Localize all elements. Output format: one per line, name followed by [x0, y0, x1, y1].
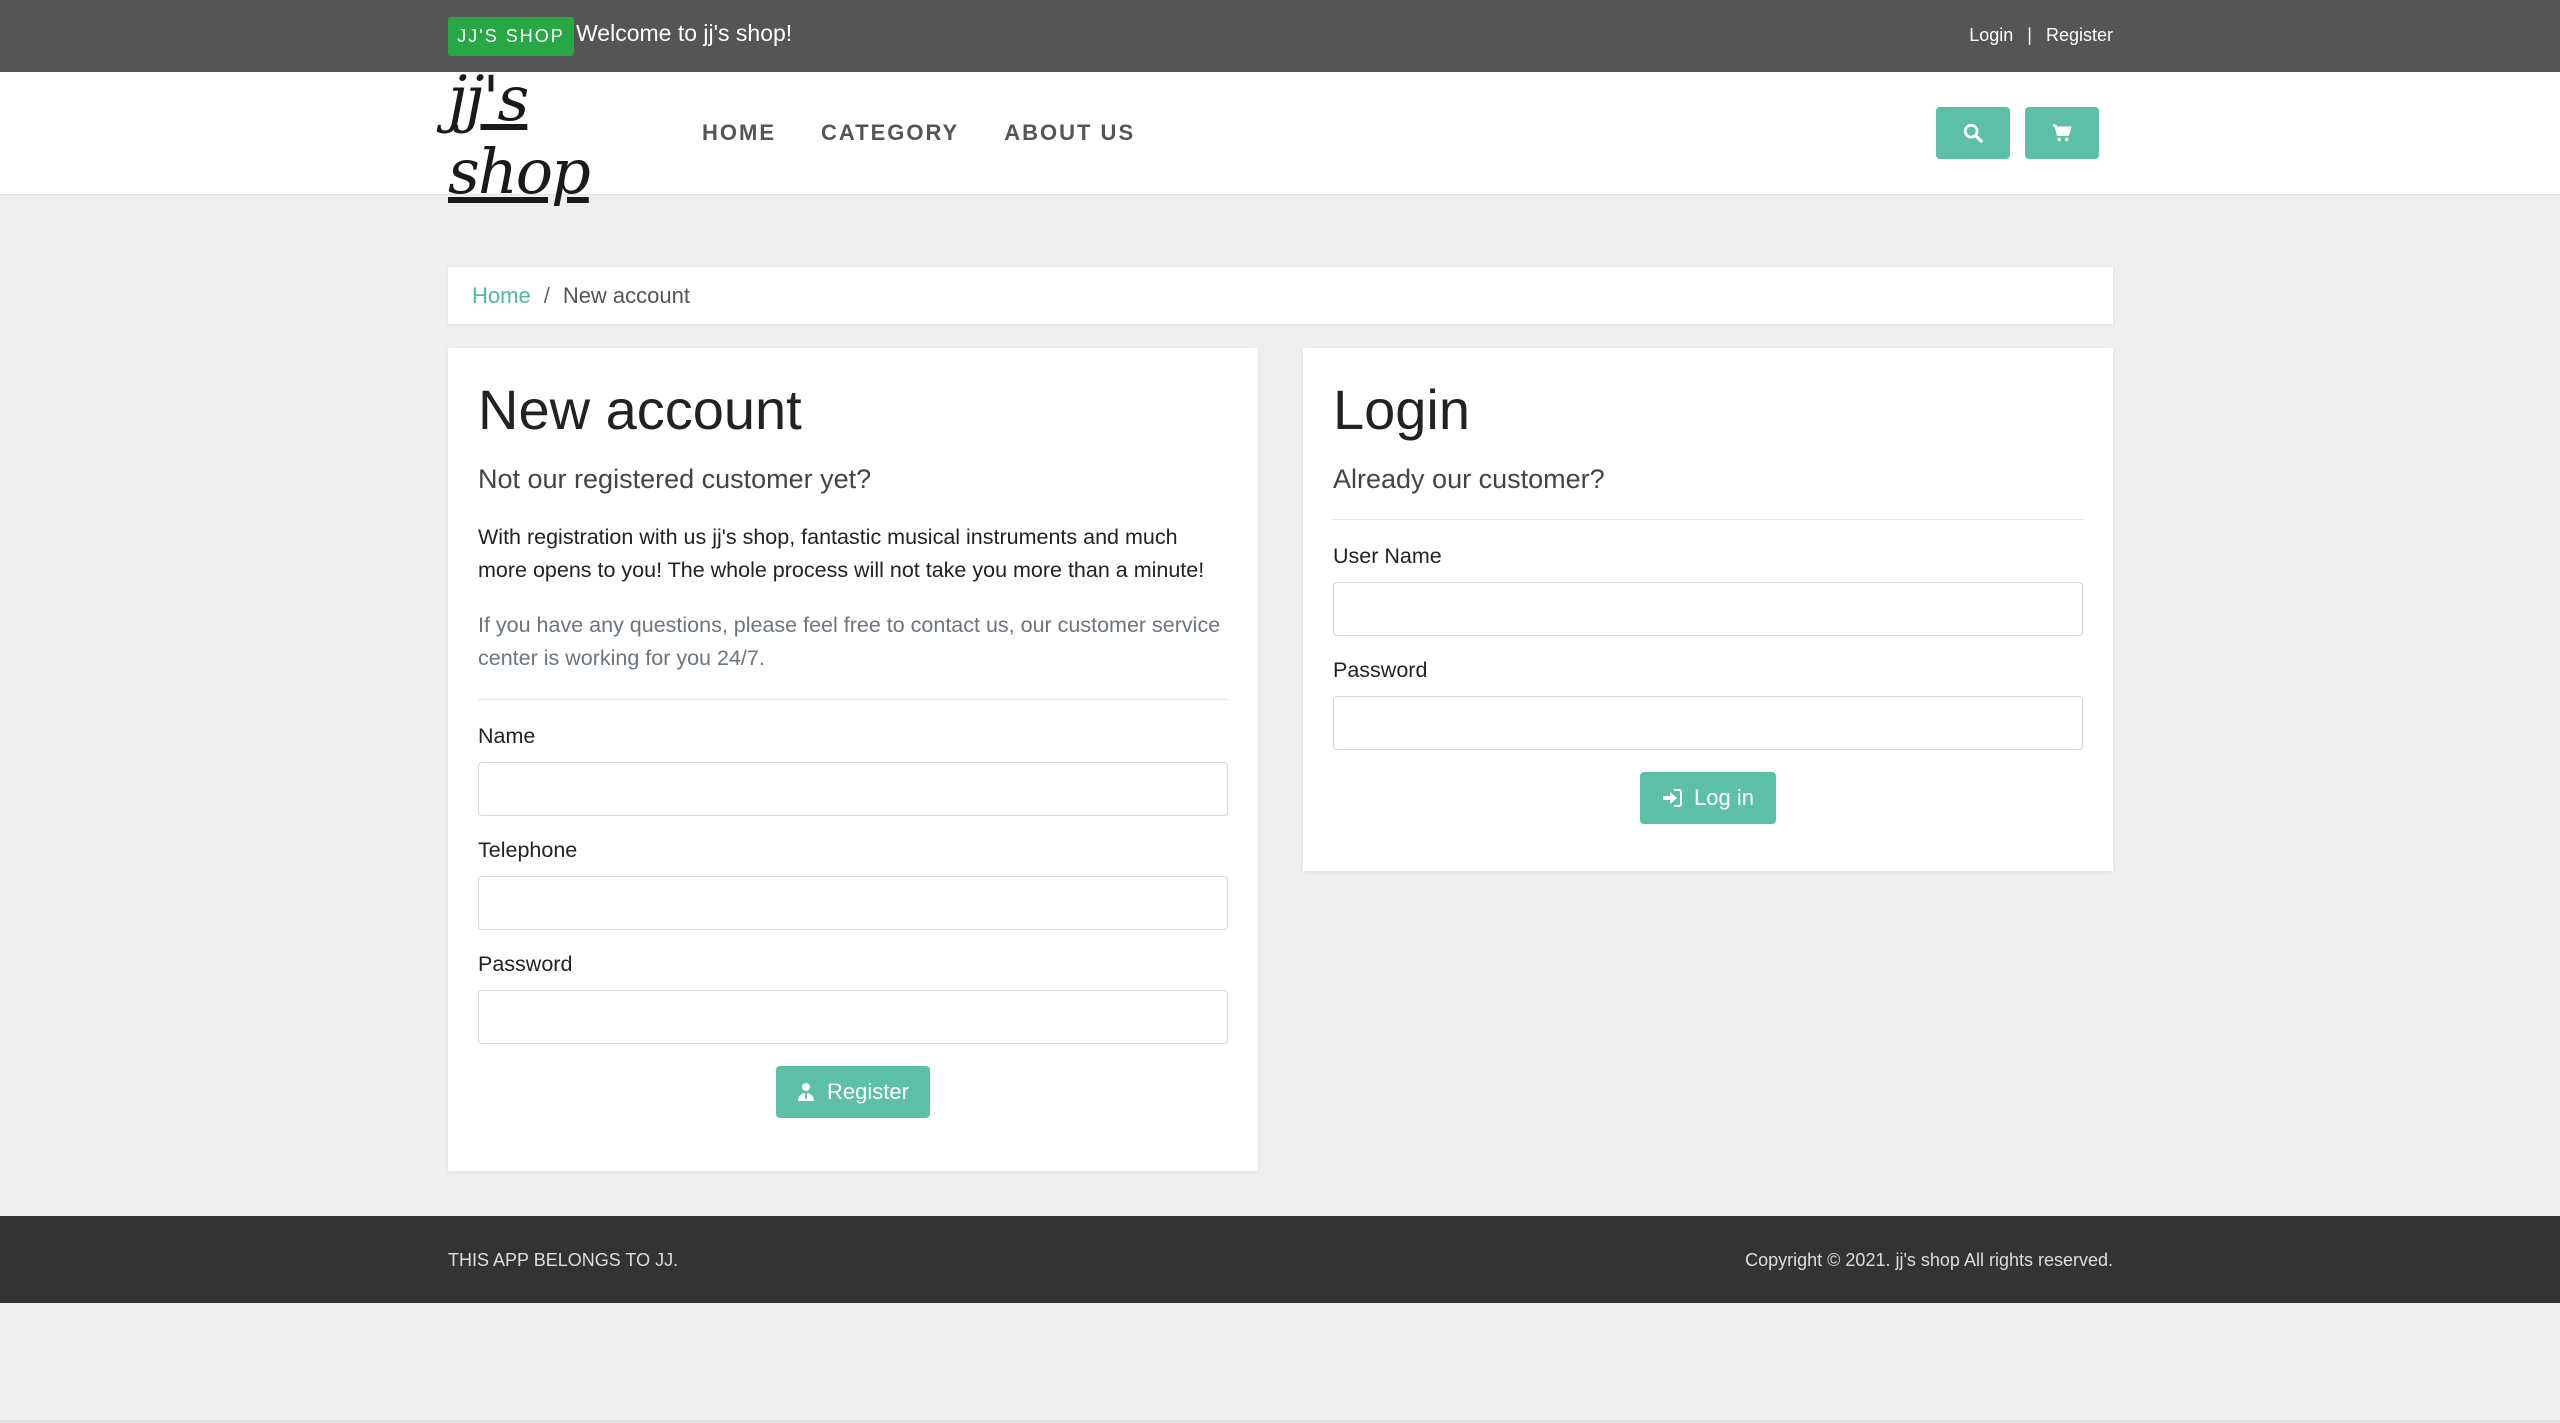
telephone-label: Telephone — [478, 838, 578, 862]
login-button-row: Log in — [1333, 772, 2083, 824]
breadcrumb: Home / New account — [448, 267, 2113, 324]
name-label: Name — [478, 724, 536, 748]
register-password-input[interactable] — [478, 990, 1228, 1044]
search-icon — [1963, 123, 1983, 143]
footer-copyright: Copyright © 2021. jj's shop All rights r… — [1745, 1250, 2113, 1270]
auth-separator: | — [2027, 25, 2032, 45]
login-password-input[interactable] — [1333, 696, 2083, 750]
cart-icon — [2052, 124, 2072, 142]
breadcrumb-current: New account — [562, 282, 690, 308]
shop-logo[interactable]: jj's shop — [448, 62, 660, 208]
welcome-text: Welcome to jj's shop! — [576, 20, 793, 46]
sign-in-icon — [1663, 789, 1683, 807]
name-input[interactable] — [478, 762, 1228, 816]
footer-owner-text: THIS APP BELONGS TO JJ. — [448, 1250, 679, 1270]
register-description: With registration with us jj's shop, fan… — [478, 525, 1205, 582]
login-divider — [1333, 519, 2083, 520]
user-icon — [798, 1083, 815, 1101]
login-title: Login — [1333, 378, 1471, 441]
auth-links: Login | Register — [1969, 25, 2113, 46]
register-password-label: Password — [478, 952, 573, 976]
search-button[interactable] — [1936, 107, 2010, 159]
username-label: User Name — [1333, 544, 1442, 568]
breadcrumb-home[interactable]: Home — [472, 283, 531, 309]
top-bar: JJ'S SHOP Welcome to jj's shop! Login | … — [0, 0, 2560, 72]
breadcrumb-separator: / — [543, 282, 550, 308]
footer: THIS APP BELONGS TO JJ. Copyright © 2021… — [0, 1216, 2560, 1303]
main-nav: HOME CATEGORY ABOUT US — [702, 120, 1135, 146]
login-button[interactable]: Log in — [1640, 772, 1776, 824]
navbar: jj's shop HOME CATEGORY ABOUT US — [0, 62, 2560, 208]
shop-badge: JJ'S SHOP — [448, 17, 574, 56]
nav-category[interactable]: CATEGORY — [821, 120, 959, 146]
register-button-label: Register — [827, 1079, 909, 1104]
telephone-input[interactable] — [478, 876, 1228, 930]
register-panel: New account Not our registered customer … — [448, 348, 1258, 1171]
register-note: If you have any questions, please feel f… — [478, 613, 1221, 670]
login-password-label: Password — [1333, 658, 1428, 682]
register-link[interactable]: Register — [2046, 25, 2113, 46]
register-title: New account — [478, 378, 802, 441]
login-panel: Login Already our customer? User Name Pa… — [1303, 348, 2113, 871]
login-link[interactable]: Login — [1969, 25, 2013, 46]
nav-home[interactable]: HOME — [702, 120, 776, 146]
username-input[interactable] — [1333, 582, 2083, 636]
register-lead: Not our registered customer yet? — [478, 464, 872, 494]
nav-about-us[interactable]: ABOUT US — [1004, 120, 1135, 146]
login-lead: Already our customer? — [1333, 464, 1605, 494]
register-button[interactable]: Register — [776, 1066, 930, 1118]
register-divider — [478, 699, 1228, 700]
login-button-label: Log in — [1694, 785, 1754, 810]
register-button-row: Register — [478, 1066, 1228, 1118]
cart-button[interactable] — [2025, 107, 2099, 159]
